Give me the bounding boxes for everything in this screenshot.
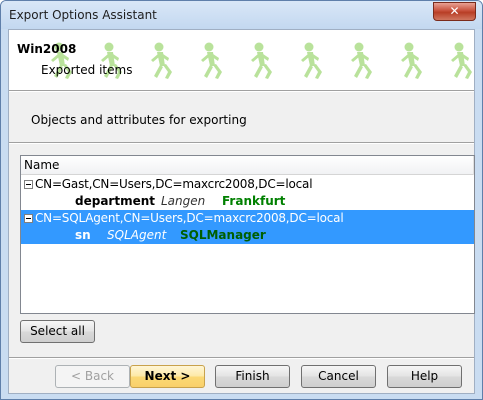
collapse-icon[interactable] bbox=[24, 180, 33, 189]
column-header-label: Name bbox=[24, 158, 60, 172]
running-figures-background bbox=[51, 42, 472, 79]
attribute-old-value: SQLAgent bbox=[107, 228, 167, 242]
export-tree-view[interactable]: Name CN=Gast,CN=Users,DC=maxcrc2008,DC=l… bbox=[20, 155, 475, 314]
window-title: Export Options Assistant bbox=[9, 8, 157, 22]
back-button[interactable]: < Back bbox=[55, 365, 130, 388]
attribute-row-selected[interactable]: sn SQLAgent SQLManager bbox=[21, 227, 474, 244]
title-bar[interactable]: Export Options Assistant ✕ bbox=[1, 1, 482, 29]
header-divider bbox=[9, 90, 474, 92]
help-button[interactable]: Help bbox=[387, 365, 462, 388]
wizard-client-area: Win2008 Exported items Objects and attri… bbox=[8, 29, 475, 394]
export-options-window: Export Options Assistant ✕ Win2008 Expor… bbox=[0, 0, 483, 400]
attribute-name: department bbox=[75, 194, 155, 208]
attribute-new-value: Frankfurt bbox=[222, 194, 286, 208]
tree-node-label: CN=Gast,CN=Users,DC=maxcrc2008,DC=local bbox=[35, 177, 313, 191]
button-bar-divider bbox=[9, 357, 474, 359]
tree-node-row[interactable]: CN=Gast,CN=Users,DC=maxcrc2008,DC=local bbox=[21, 176, 474, 193]
attribute-row[interactable]: department Langen Frankfurt bbox=[21, 193, 474, 210]
collapse-icon[interactable] bbox=[24, 214, 33, 223]
tree-node-label: CN=SQLAgent,CN=Users,DC=maxcrc2008,DC=lo… bbox=[35, 211, 344, 225]
next-button[interactable]: Next > bbox=[130, 365, 205, 388]
wizard-header: Win2008 Exported items bbox=[9, 30, 474, 90]
column-divider[interactable] bbox=[473, 156, 474, 175]
attribute-name: sn bbox=[75, 228, 91, 242]
column-header-name[interactable]: Name bbox=[21, 156, 474, 175]
attribute-new-value: SQLManager bbox=[180, 228, 266, 242]
header-title: Win2008 bbox=[17, 42, 77, 56]
finish-button[interactable]: Finish bbox=[215, 365, 290, 388]
attribute-old-value: Langen bbox=[161, 194, 206, 208]
cancel-button[interactable]: Cancel bbox=[301, 365, 376, 388]
section-label: Objects and attributes for exporting bbox=[31, 113, 247, 127]
select-all-button[interactable]: Select all bbox=[20, 320, 95, 343]
close-button[interactable]: ✕ bbox=[433, 2, 476, 21]
tree-node-row-selected[interactable]: CN=SQLAgent,CN=Users,DC=maxcrc2008,DC=lo… bbox=[21, 210, 474, 227]
header-subtitle: Exported items bbox=[41, 63, 133, 77]
section-divider bbox=[9, 142, 474, 144]
